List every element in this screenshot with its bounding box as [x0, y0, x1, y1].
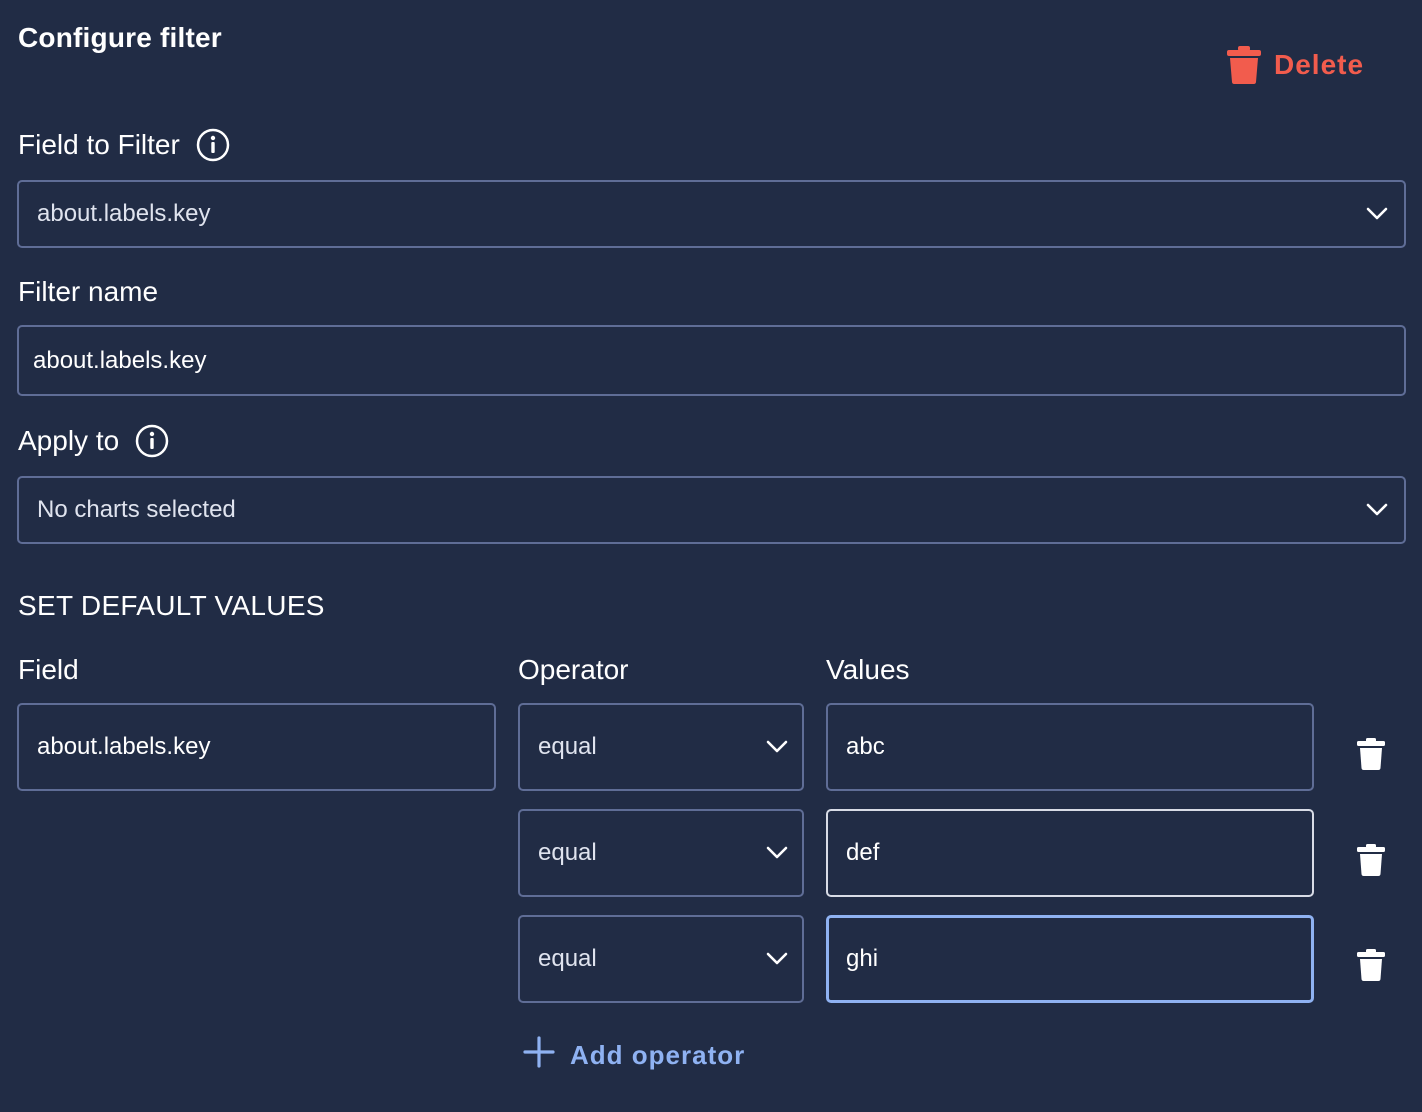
value-input[interactable]: ghi	[826, 915, 1314, 1003]
operator-value: equal	[538, 945, 597, 972]
field-to-filter-label-text: Field to Filter	[18, 129, 180, 160]
trash-icon	[1356, 843, 1386, 882]
apply-to-select[interactable]: No charts selected	[17, 476, 1406, 544]
chevron-down-icon	[766, 740, 788, 754]
trash-icon	[1356, 737, 1386, 776]
default-field-value: about.labels.key	[37, 733, 211, 760]
chevron-down-icon	[1366, 207, 1388, 221]
info-icon[interactable]	[135, 424, 169, 458]
filter-name-value: about.labels.key	[33, 346, 207, 374]
filter-name-input[interactable]: about.labels.key	[17, 325, 1406, 396]
chevron-down-icon	[766, 952, 788, 966]
field-to-filter-label: Field to Filter	[18, 128, 230, 162]
section-title-default-values: SET DEFAULT VALUES	[18, 590, 325, 621]
filter-name-label: Filter name	[18, 276, 158, 308]
value-input[interactable]: def	[826, 809, 1314, 897]
add-operator-button[interactable]: Add operator	[522, 1034, 745, 1076]
value-text: abc	[846, 733, 885, 760]
field-to-filter-value: about.labels.key	[37, 200, 211, 227]
add-operator-label: Add operator	[570, 1039, 746, 1070]
remove-row-button[interactable]	[1354, 948, 1388, 987]
field-to-filter-select[interactable]: about.labels.key	[17, 180, 1406, 248]
remove-row-button[interactable]	[1354, 843, 1388, 882]
operator-value: equal	[538, 839, 597, 866]
configure-filter-panel: Configure filter Delete Field to Filter …	[0, 0, 1422, 1112]
filter-name-label-text: Filter name	[18, 276, 159, 307]
operator-select[interactable]: equal	[518, 809, 804, 897]
chevron-down-icon	[766, 846, 788, 860]
delete-button[interactable]: Delete	[1226, 44, 1364, 86]
column-header-operator: Operator	[518, 654, 629, 685]
trash-icon	[1356, 948, 1386, 987]
column-header-field: Field	[18, 654, 79, 685]
chevron-down-icon	[1366, 503, 1388, 517]
value-text: ghi	[846, 945, 879, 972]
remove-row-button[interactable]	[1354, 737, 1388, 776]
delete-label: Delete	[1274, 49, 1365, 80]
plus-icon	[522, 1035, 556, 1076]
page-title: Configure filter	[18, 22, 222, 53]
value-text: def	[846, 839, 880, 866]
column-header-values: Values	[826, 654, 910, 685]
default-field-input[interactable]: about.labels.key	[17, 703, 496, 791]
operator-select[interactable]: equal	[518, 915, 804, 1003]
apply-to-label: Apply to	[18, 424, 169, 458]
value-input[interactable]: abc	[826, 703, 1314, 791]
trash-icon	[1226, 45, 1262, 85]
operator-value: equal	[538, 733, 597, 760]
info-icon[interactable]	[196, 128, 230, 162]
operator-select[interactable]: equal	[518, 703, 804, 791]
apply-to-label-text: Apply to	[18, 425, 120, 456]
apply-to-value: No charts selected	[37, 496, 236, 523]
